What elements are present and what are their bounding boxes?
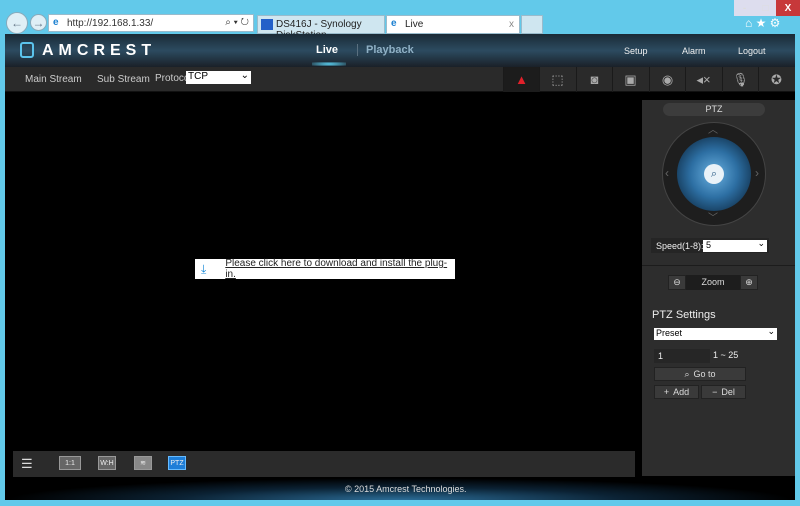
sub-stream-button[interactable]: Sub Stream	[97, 74, 150, 85]
goto-button[interactable]: ⌕ Go to	[654, 367, 746, 381]
url-text: http://192.168.1.33/	[67, 18, 154, 29]
speed-select[interactable]: 5 ⌄	[703, 238, 767, 252]
protocol-value: TCP	[188, 71, 208, 82]
zoom-out-button[interactable]: ⊖	[668, 275, 686, 290]
nav-setup[interactable]: Setup	[624, 46, 648, 56]
image-icon[interactable]: ▣	[612, 67, 648, 92]
minus-icon: −	[712, 387, 718, 397]
mode-value: Preset	[656, 328, 683, 338]
close-window-button[interactable]: X	[776, 0, 800, 16]
speed-value: 5	[706, 240, 712, 250]
new-tab-button[interactable]	[521, 15, 543, 34]
ptz-settings-icon[interactable]: ✪	[758, 67, 794, 92]
ptz-title: PTZ	[663, 103, 765, 116]
tab-synology[interactable]: DS416J - Synology DiskStation	[257, 15, 385, 41]
adjust-icon[interactable]: ☰	[21, 456, 33, 472]
tab-live[interactable]: e Live x	[386, 15, 520, 34]
ptz-settings-title: PTZ Settings	[652, 309, 716, 321]
alarm-icon[interactable]: ▲	[503, 67, 539, 92]
plugin-download-link[interactable]: ⤓ Please click here to download and inst…	[195, 258, 455, 280]
nav-alarm[interactable]: Alarm	[682, 46, 706, 56]
tab-label: Live	[405, 19, 424, 30]
mute-icon[interactable]: ◂×	[685, 67, 721, 92]
region-zoom-icon[interactable]: ⬚	[539, 67, 575, 92]
chevron-down-icon: ⌄	[240, 70, 249, 81]
preset-range: 1 ~ 25	[713, 350, 739, 360]
divider	[642, 265, 795, 266]
nav-logout[interactable]: Logout	[738, 46, 766, 56]
chevron-down-icon: ⌄	[757, 238, 765, 248]
ie-icon: e	[391, 18, 397, 29]
download-icon: ⤓	[201, 261, 207, 276]
search-refresh-icon[interactable]: ⌕ ▾ ↻	[225, 17, 249, 28]
back-button[interactable]: ←	[6, 12, 28, 34]
maximize-button[interactable]: □	[755, 0, 776, 16]
pan-left-icon[interactable]: ‹	[665, 166, 669, 180]
minimize-button[interactable]: -	[734, 0, 755, 16]
zoom-label: Zoom	[686, 275, 740, 290]
add-label: Add	[673, 387, 690, 397]
ptz-mode-select[interactable]: Preset ⌄	[654, 326, 777, 340]
pan-up-icon[interactable]: ︿	[708, 121, 718, 136]
pan-right-icon[interactable]: ›	[755, 166, 759, 180]
active-indicator	[312, 62, 346, 66]
pan-down-icon[interactable]: ﹀	[708, 209, 718, 224]
forward-button[interactable]: →	[30, 14, 47, 31]
preset-number-input[interactable]: 1	[654, 349, 710, 363]
nav-playback[interactable]: Playback	[366, 44, 414, 56]
zoom-in-button[interactable]: ⊕	[740, 275, 758, 290]
ie-icon: e	[53, 17, 59, 28]
del-label: Del	[721, 387, 735, 397]
add-preset-button[interactable]: + Add	[654, 385, 699, 399]
search-icon: ⌕	[684, 368, 690, 379]
plugin-message: Please click here to download and instal…	[225, 258, 448, 280]
ptz-toggle-button[interactable]: PTZ	[168, 456, 186, 470]
snapshot-icon[interactable]: ◙	[576, 67, 612, 92]
record-icon[interactable]: ◉	[649, 67, 685, 92]
nav-live[interactable]: Live	[316, 44, 338, 56]
goto-label: Go to	[693, 369, 716, 379]
home-star-gear-icons[interactable]: ⌂ ★ ⚙	[745, 16, 780, 30]
amcrest-logo-icon	[20, 42, 34, 58]
close-tab-icon[interactable]: x	[509, 19, 514, 30]
fluency-icon[interactable]: ≋	[134, 456, 152, 470]
logo: AMCREST	[42, 42, 157, 59]
ratio-wh-button[interactable]: W:H	[98, 456, 116, 470]
chevron-down-icon: ⌄	[767, 326, 775, 336]
delete-preset-button[interactable]: − Del	[701, 385, 746, 399]
microphone-icon[interactable]: 🎙	[722, 67, 758, 92]
ratio-1-1-button[interactable]: 1:1	[59, 456, 81, 470]
plus-icon: +	[663, 387, 670, 397]
protocol-select[interactable]: TCP ⌄	[186, 70, 251, 84]
speed-label: Speed(1-8):	[656, 241, 704, 251]
synology-icon	[261, 19, 273, 30]
ptz-center-zoom-icon[interactable]: ⌕	[704, 164, 724, 184]
copyright: © 2015 Amcrest Technologies.	[345, 484, 467, 494]
main-stream-button[interactable]: Main Stream	[25, 74, 82, 85]
nav-divider	[357, 44, 358, 56]
address-bar[interactable]: e http://192.168.1.33/ ⌕ ▾ ↻	[48, 14, 254, 32]
